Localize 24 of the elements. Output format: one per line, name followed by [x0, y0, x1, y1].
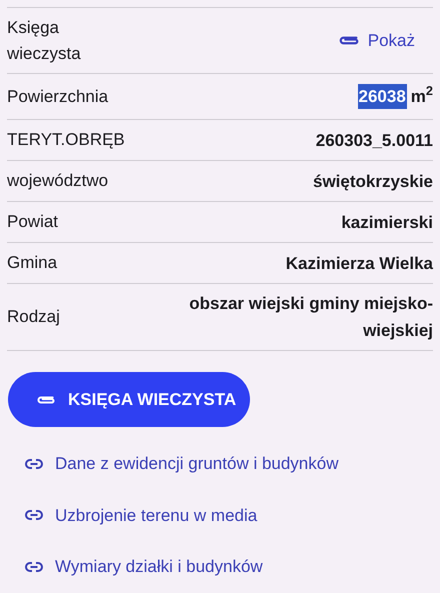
book-button[interactable]: KSIĘGA WIECZYSTA [8, 372, 250, 427]
field-value: 260303_5.0011 [316, 130, 433, 152]
field-label: województwo [7, 170, 108, 192]
area-value: 26038 [358, 84, 407, 110]
link-icon [25, 458, 43, 469]
field-label: Rodzaj [7, 306, 60, 328]
document-link[interactable]: Wymiary działki i budynków [25, 554, 263, 580]
field-value: Kazimierza Wielka [286, 252, 433, 274]
field-label: Powierzchnia [7, 86, 108, 108]
document-link[interactable]: Uzbrojenie terenu w media [25, 502, 258, 528]
document-link[interactable]: Dane z ewidencji gruntów i budynków [25, 451, 338, 476]
field-value: obszar wiejski gminy miejsko-wiejskiej [188, 293, 433, 342]
field-label: Powiat [7, 211, 58, 234]
field-label: Gmina [7, 252, 58, 274]
link-icon [25, 510, 43, 520]
area-unit: m$^{2}$ [410, 84, 433, 108]
paperclip-icon [36, 394, 56, 406]
field-label: Księga wieczysta [7, 16, 82, 64]
field-label: TERYT.OBRĘB [7, 129, 125, 152]
show-link[interactable]: Pokaż [338, 28, 415, 54]
field-value: świętokrzyskie [312, 170, 433, 192]
field-value: kazimierski [341, 212, 433, 234]
link-icon [25, 562, 43, 572]
paperclip-icon [338, 34, 360, 47]
